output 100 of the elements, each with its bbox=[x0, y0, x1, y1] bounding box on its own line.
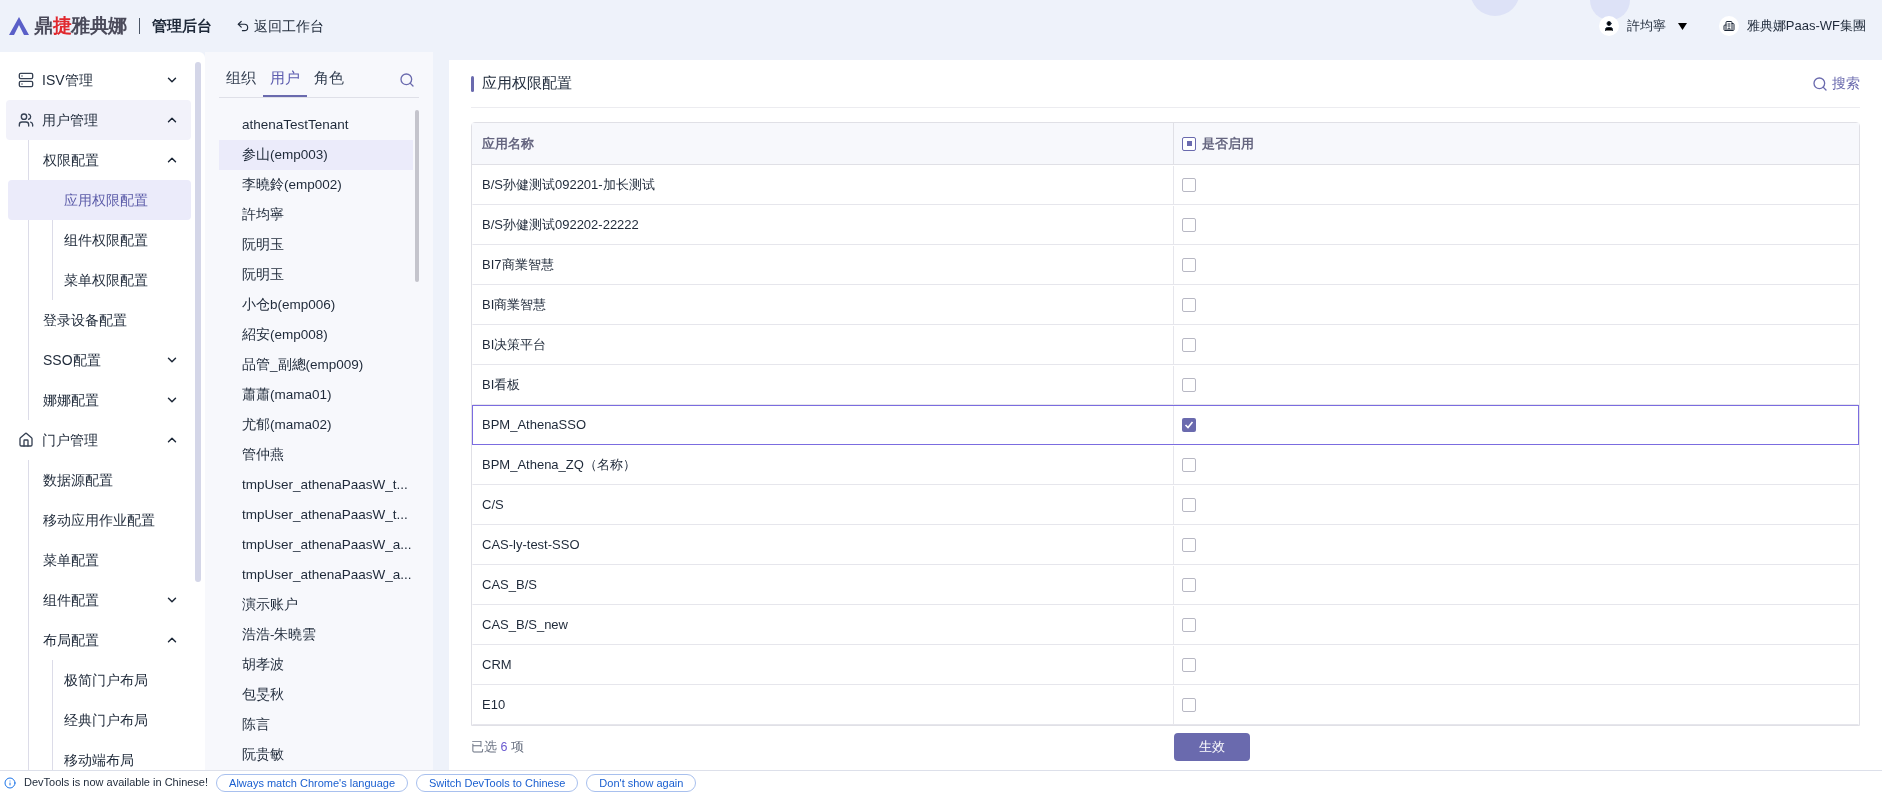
nav-item[interactable]: SSO配置 bbox=[7, 340, 191, 380]
undo-icon bbox=[235, 19, 250, 33]
user-list-item[interactable]: 阮贵敏 bbox=[219, 740, 413, 770]
user-list-item[interactable]: 胡孝波 bbox=[219, 650, 413, 680]
back-link[interactable]: 返回工作台 bbox=[235, 15, 324, 37]
nav-item[interactable]: 极简门户布局 bbox=[8, 660, 191, 700]
search-icon bbox=[1812, 75, 1828, 92]
logo-icon bbox=[8, 16, 30, 36]
user-list-item[interactable]: 陈言 bbox=[219, 710, 413, 740]
user-list-item[interactable]: tmpUser_athenaPaasW_t... bbox=[219, 470, 413, 500]
scrollbar[interactable] bbox=[195, 62, 201, 582]
company-menu[interactable]: 雅典娜Paas-WF集團 bbox=[1746, 16, 1874, 36]
nav-item[interactable]: 权限配置 bbox=[7, 140, 191, 180]
search-icon[interactable] bbox=[399, 71, 415, 88]
checkbox[interactable] bbox=[1182, 458, 1196, 472]
table-row[interactable]: BI商業智慧 bbox=[472, 285, 1859, 325]
user-list-item[interactable]: 品管_副總(emp009) bbox=[219, 350, 413, 380]
user-list-item[interactable]: athenaTestTenant bbox=[219, 110, 413, 140]
table-cell: B/S孙健测试092202-22222 bbox=[473, 206, 1174, 244]
nav-item[interactable]: 菜单权限配置 bbox=[8, 260, 191, 300]
building-icon bbox=[1722, 20, 1735, 32]
nav-item[interactable]: 布局配置 bbox=[7, 620, 191, 660]
nav-item[interactable]: 应用权限配置 bbox=[8, 180, 191, 220]
user-list-item[interactable]: 尤郁(mama02) bbox=[219, 410, 413, 440]
user-icon bbox=[1602, 20, 1615, 32]
table-row[interactable]: CAS_B/S bbox=[472, 565, 1859, 605]
checkbox[interactable] bbox=[1182, 218, 1196, 232]
table-row[interactable]: E10 bbox=[472, 685, 1859, 725]
table-row[interactable]: B/S孙健测试092201-加长测试 bbox=[472, 165, 1859, 205]
user-list-item[interactable]: tmpUser_athenaPaasW_a... bbox=[219, 530, 413, 560]
table-cell: BI决策平台 bbox=[473, 326, 1174, 364]
checkbox[interactable] bbox=[1182, 378, 1196, 392]
table-row[interactable]: B/S孙健测试092202-22222 bbox=[472, 205, 1859, 245]
checkbox[interactable] bbox=[1182, 498, 1196, 512]
checkbox[interactable] bbox=[1182, 418, 1196, 432]
nav-item[interactable]: 经典门户布局 bbox=[8, 700, 191, 740]
scrollbar[interactable] bbox=[415, 110, 419, 282]
user-list-item[interactable]: 浩浩-朱曉雲 bbox=[219, 620, 413, 650]
table-row[interactable]: CRM bbox=[472, 645, 1859, 685]
table-row[interactable]: BI7商業智慧 bbox=[472, 245, 1859, 285]
server-icon bbox=[18, 72, 34, 88]
user-list-item[interactable]: 阮明玉 bbox=[219, 230, 413, 260]
nav-item[interactable]: 用户管理 bbox=[6, 100, 191, 140]
user-list-item[interactable]: 演示账户 bbox=[219, 590, 413, 620]
dropdown-icon bbox=[1677, 22, 1687, 30]
table-cell: E10 bbox=[473, 686, 1174, 724]
table-row[interactable]: BPM_AthenaSSO bbox=[472, 405, 1859, 445]
table-row[interactable]: BI决策平台 bbox=[472, 325, 1859, 365]
user-list-item[interactable]: 李曉鈴(emp002) bbox=[219, 170, 413, 200]
user-list-item[interactable]: 蕭蕭(mama01) bbox=[219, 380, 413, 410]
user-list-item[interactable]: 阮明玉 bbox=[219, 260, 413, 290]
devtools-message: DevTools is now available in Chinese! bbox=[24, 775, 209, 791]
table-row[interactable]: CAS-ly-test-SSO bbox=[472, 525, 1859, 565]
search-button[interactable]: 搜索 bbox=[1812, 73, 1860, 94]
table-cell: CRM bbox=[473, 646, 1174, 684]
table-row[interactable]: BI看板 bbox=[472, 365, 1859, 405]
user-list-item[interactable]: tmpUser_athenaPaasW_a... bbox=[219, 560, 413, 590]
table-cell: BPM_AthenaSSO bbox=[473, 406, 1174, 444]
checkbox[interactable] bbox=[1182, 618, 1196, 632]
table-row[interactable]: CAS_B/S_new bbox=[472, 605, 1859, 645]
apply-button[interactable]: 生效 bbox=[1173, 733, 1250, 761]
nav-item[interactable]: 登录设备配置 bbox=[7, 300, 191, 340]
page-title: 应用权限配置 bbox=[482, 73, 572, 93]
home-icon bbox=[18, 432, 34, 448]
table-cell: CAS_B/S_new bbox=[473, 606, 1174, 644]
nav-item[interactable]: 门户管理 bbox=[6, 420, 191, 460]
nav-item[interactable]: 移动应用作业配置 bbox=[7, 500, 191, 540]
nav-item[interactable]: ISV管理 bbox=[6, 60, 191, 100]
nav-item[interactable]: 组件权限配置 bbox=[8, 220, 191, 260]
table-cell: CAS-ly-test-SSO bbox=[473, 526, 1174, 564]
nav-item[interactable]: 菜单配置 bbox=[7, 540, 191, 580]
tab[interactable]: 组织 bbox=[219, 62, 263, 97]
user-list-item[interactable]: 小仓b(emp006) bbox=[219, 290, 413, 320]
checkbox[interactable] bbox=[1182, 538, 1196, 552]
nav-item[interactable]: 组件配置 bbox=[7, 580, 191, 620]
user-list-item[interactable]: tmpUser_athenaPaasW_t... bbox=[219, 500, 413, 530]
user-list-item[interactable]: 参山(emp003) bbox=[219, 140, 413, 170]
column-header: 是否启用 bbox=[1202, 134, 1254, 153]
checkbox[interactable] bbox=[1182, 338, 1196, 352]
checkbox[interactable] bbox=[1182, 258, 1196, 272]
tab[interactable]: 用户 bbox=[263, 62, 307, 97]
nav-item[interactable]: 数据源配置 bbox=[7, 460, 191, 500]
checkbox[interactable] bbox=[1182, 298, 1196, 312]
user-list-item[interactable]: 管仲燕 bbox=[219, 440, 413, 470]
user-list-item[interactable]: 許均寧 bbox=[219, 200, 413, 230]
checkbox[interactable] bbox=[1182, 658, 1196, 672]
tab[interactable]: 角色 bbox=[307, 62, 351, 97]
checkbox[interactable] bbox=[1182, 178, 1196, 192]
nav-item[interactable]: 娜娜配置 bbox=[7, 380, 191, 420]
table-row[interactable]: C/S bbox=[472, 485, 1859, 525]
brand-name: 鼎捷雅典娜 bbox=[34, 13, 127, 38]
checkbox[interactable] bbox=[1182, 578, 1196, 592]
checkbox[interactable] bbox=[1182, 698, 1196, 712]
user-list-item[interactable]: 包旻秋 bbox=[219, 680, 413, 710]
nav-item[interactable]: 移动端布局 bbox=[8, 740, 191, 770]
table-row[interactable]: BPM_Athena_ZQ（名称） bbox=[472, 445, 1859, 485]
user-list-item[interactable]: 紹安(emp008) bbox=[219, 320, 413, 350]
select-all-checkbox[interactable] bbox=[1182, 136, 1196, 151]
user-menu[interactable]: 許均寧 bbox=[1626, 16, 1687, 36]
table-cell: BI商業智慧 bbox=[473, 286, 1174, 324]
